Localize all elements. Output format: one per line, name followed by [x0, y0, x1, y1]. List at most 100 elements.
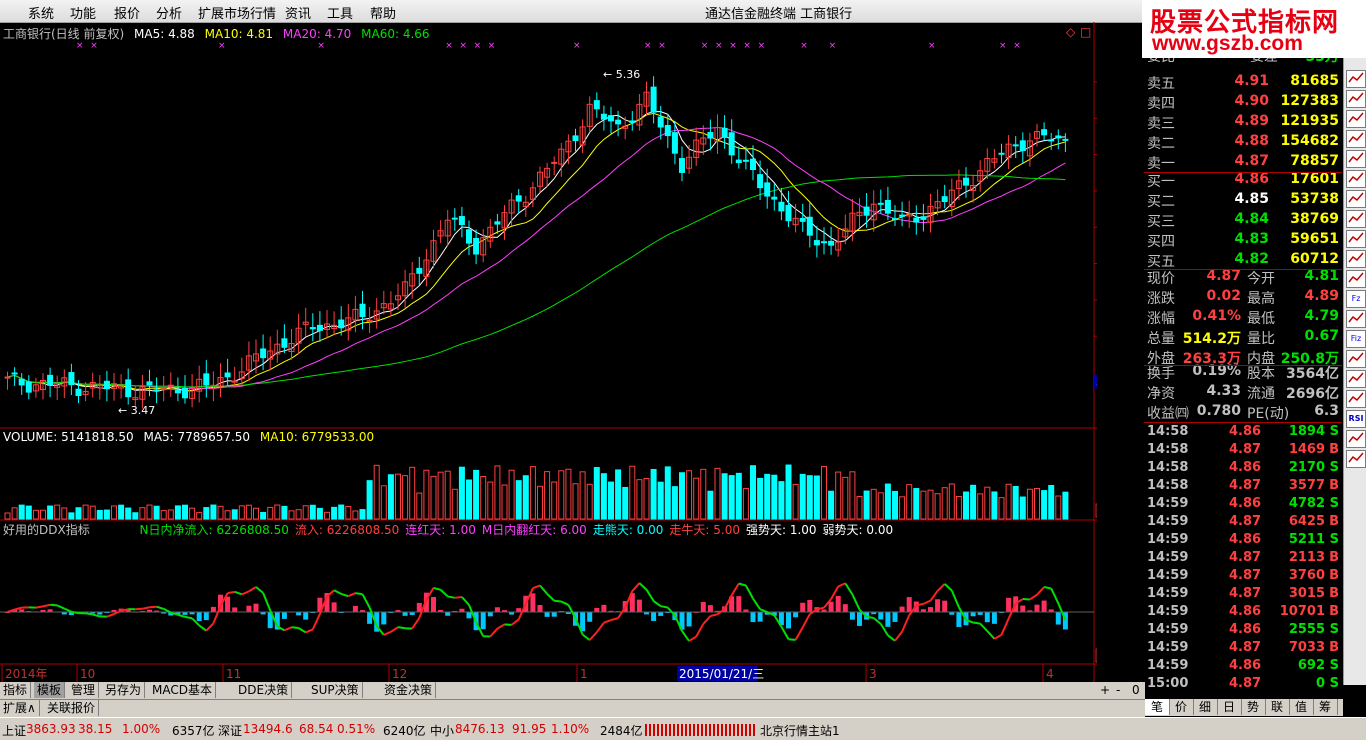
- sell-level-row[interactable]: 卖一4.8778857: [1147, 153, 1341, 172]
- toolbox-button[interactable]: [1346, 130, 1366, 148]
- ddx-bar: [594, 608, 599, 612]
- quote-stat-row: 涨幅0.41%最低4.79: [1147, 308, 1341, 327]
- ddx-line-segment: [86, 613, 93, 614]
- sell-level-row[interactable]: 卖二4.88154682: [1147, 133, 1341, 152]
- volume-bar: [772, 475, 777, 519]
- buy-level-row[interactable]: 买二4.8553738: [1147, 191, 1341, 210]
- tick-tab[interactable]: 值: [1289, 699, 1314, 715]
- volume-bar: [360, 510, 365, 519]
- sell-level-row[interactable]: 卖三4.89121935: [1147, 113, 1341, 132]
- toolbox-button[interactable]: [1346, 250, 1366, 268]
- indicator-tab[interactable]: SUP决策: [308, 682, 363, 698]
- related-quote-tab[interactable]: 关联报价: [44, 700, 99, 716]
- toolbox-button[interactable]: [1346, 370, 1366, 388]
- tick-tab[interactable]: 筹: [1313, 699, 1338, 715]
- menu-extended-market[interactable]: 扩展市场行情: [198, 3, 276, 22]
- toolbox-button[interactable]: [1346, 210, 1366, 228]
- toolbox-button[interactable]: [1346, 190, 1366, 208]
- indicator-tab[interactable]: DDE决策: [235, 682, 292, 698]
- candle-body: [126, 380, 131, 397]
- zoom-control[interactable]: 0: [1129, 682, 1143, 698]
- toolbox-button[interactable]: [1346, 450, 1366, 468]
- volume-bar: [722, 474, 727, 519]
- zoom-control[interactable]: +: [1097, 682, 1113, 698]
- toolbox-button[interactable]: [1346, 430, 1366, 448]
- menu-tools[interactable]: 工具: [327, 3, 353, 22]
- toolbox-button[interactable]: RSI: [1346, 410, 1366, 428]
- volume-bar: [104, 510, 109, 519]
- toolbox-button[interactable]: [1346, 150, 1366, 168]
- ddx-bar: [1035, 605, 1040, 612]
- candle-body: [914, 218, 919, 222]
- diamond-icon[interactable]: ◇: [1066, 25, 1075, 39]
- buy-level-row[interactable]: 买一4.8617601: [1147, 171, 1341, 190]
- ddx-bar: [758, 612, 763, 622]
- ddx-bar: [232, 607, 237, 612]
- toolbox-button[interactable]: [1346, 110, 1366, 128]
- volume-bar: [1056, 496, 1061, 519]
- stock-name: 工商银行(日线 前复权): [3, 27, 124, 41]
- signal-marker: ×: [445, 41, 453, 51]
- toolbox-button[interactable]: [1346, 310, 1366, 328]
- buy-level-row[interactable]: 买三4.8438769: [1147, 211, 1341, 230]
- toolbox-button[interactable]: [1346, 350, 1366, 368]
- toolbox-button[interactable]: [1346, 270, 1366, 288]
- ddx-bar: [786, 612, 791, 628]
- ddx-bar: [942, 601, 947, 612]
- sell-level-row[interactable]: 卖五4.9181685: [1147, 73, 1341, 92]
- toolbox-button[interactable]: [1346, 230, 1366, 248]
- zoom-control[interactable]: -: [1113, 682, 1123, 698]
- indicator-tab[interactable]: 另存为: [102, 682, 145, 698]
- indicator-tab[interactable]: MACD基本: [149, 682, 216, 698]
- menu-quote[interactable]: 报价: [114, 3, 140, 22]
- indicator-tab[interactable]: 指标: [0, 682, 31, 698]
- indicator-tab[interactable]: 模板: [34, 682, 65, 698]
- candle-body: [964, 178, 969, 185]
- volume-bar: [282, 506, 287, 519]
- volume-bar: [339, 505, 344, 519]
- tick-tab[interactable]: 日: [1217, 699, 1242, 715]
- ddx-bar: [878, 612, 883, 619]
- volume-bar: [672, 487, 677, 519]
- box-icon[interactable]: □: [1080, 25, 1091, 39]
- tick-tab[interactable]: 细: [1193, 699, 1218, 715]
- ddx-line-segment: [867, 617, 874, 618]
- toolbox-button[interactable]: Fiz: [1346, 330, 1366, 348]
- candle-body: [175, 391, 180, 393]
- tick-tab[interactable]: 笔: [1145, 699, 1170, 715]
- ddx-line-segment: [178, 615, 185, 617]
- candle-body: [658, 117, 663, 127]
- menu-analysis[interactable]: 分析: [156, 3, 182, 22]
- x-tick-label: 12: [392, 667, 407, 681]
- sell-level-row[interactable]: 卖四4.90127383: [1147, 93, 1341, 112]
- ddx-line-segment: [902, 615, 909, 631]
- menu-help[interactable]: 帮助: [370, 3, 396, 22]
- candle-body: [310, 328, 315, 329]
- toolbox-button[interactable]: [1346, 390, 1366, 408]
- candle-body: [26, 382, 31, 392]
- toolbox-button[interactable]: [1346, 90, 1366, 108]
- indicator-tab[interactable]: 管理: [68, 682, 99, 698]
- buy-level-row[interactable]: 买四4.8359651: [1147, 231, 1341, 250]
- indicator-tab[interactable]: 资金决策: [381, 682, 436, 698]
- tick-tab[interactable]: 价: [1169, 699, 1194, 715]
- volume-bar: [609, 482, 614, 519]
- ddx-bar: [204, 612, 209, 620]
- tick-tab[interactable]: 联: [1265, 699, 1290, 715]
- toolbox-button[interactable]: [1346, 170, 1366, 188]
- volume-bar: [296, 510, 301, 519]
- menu-function[interactable]: 功能: [70, 3, 96, 22]
- window-title: 通达信金融终端 工商银行: [705, 3, 852, 22]
- toolbox-button[interactable]: [1346, 70, 1366, 88]
- toolbox-button[interactable]: Fz: [1346, 290, 1366, 308]
- x-tick-label: 11: [226, 667, 241, 681]
- chart-area[interactable]: ×××××××××××××××××××××← 5.36← 3.47 5.205.…: [0, 22, 1097, 685]
- menu-news[interactable]: 资讯: [285, 3, 311, 22]
- server-name[interactable]: 北京行情主站1: [760, 722, 840, 739]
- kline-chart-svg[interactable]: ×××××××××××××××××××××← 5.36← 3.47 5.205.…: [0, 22, 1097, 685]
- candle-body: [76, 389, 81, 395]
- menu-system[interactable]: 系统: [28, 3, 54, 22]
- ddx-bar: [885, 612, 890, 627]
- extend-toggle[interactable]: 扩展∧: [0, 700, 40, 716]
- tick-tab[interactable]: 势: [1241, 699, 1266, 715]
